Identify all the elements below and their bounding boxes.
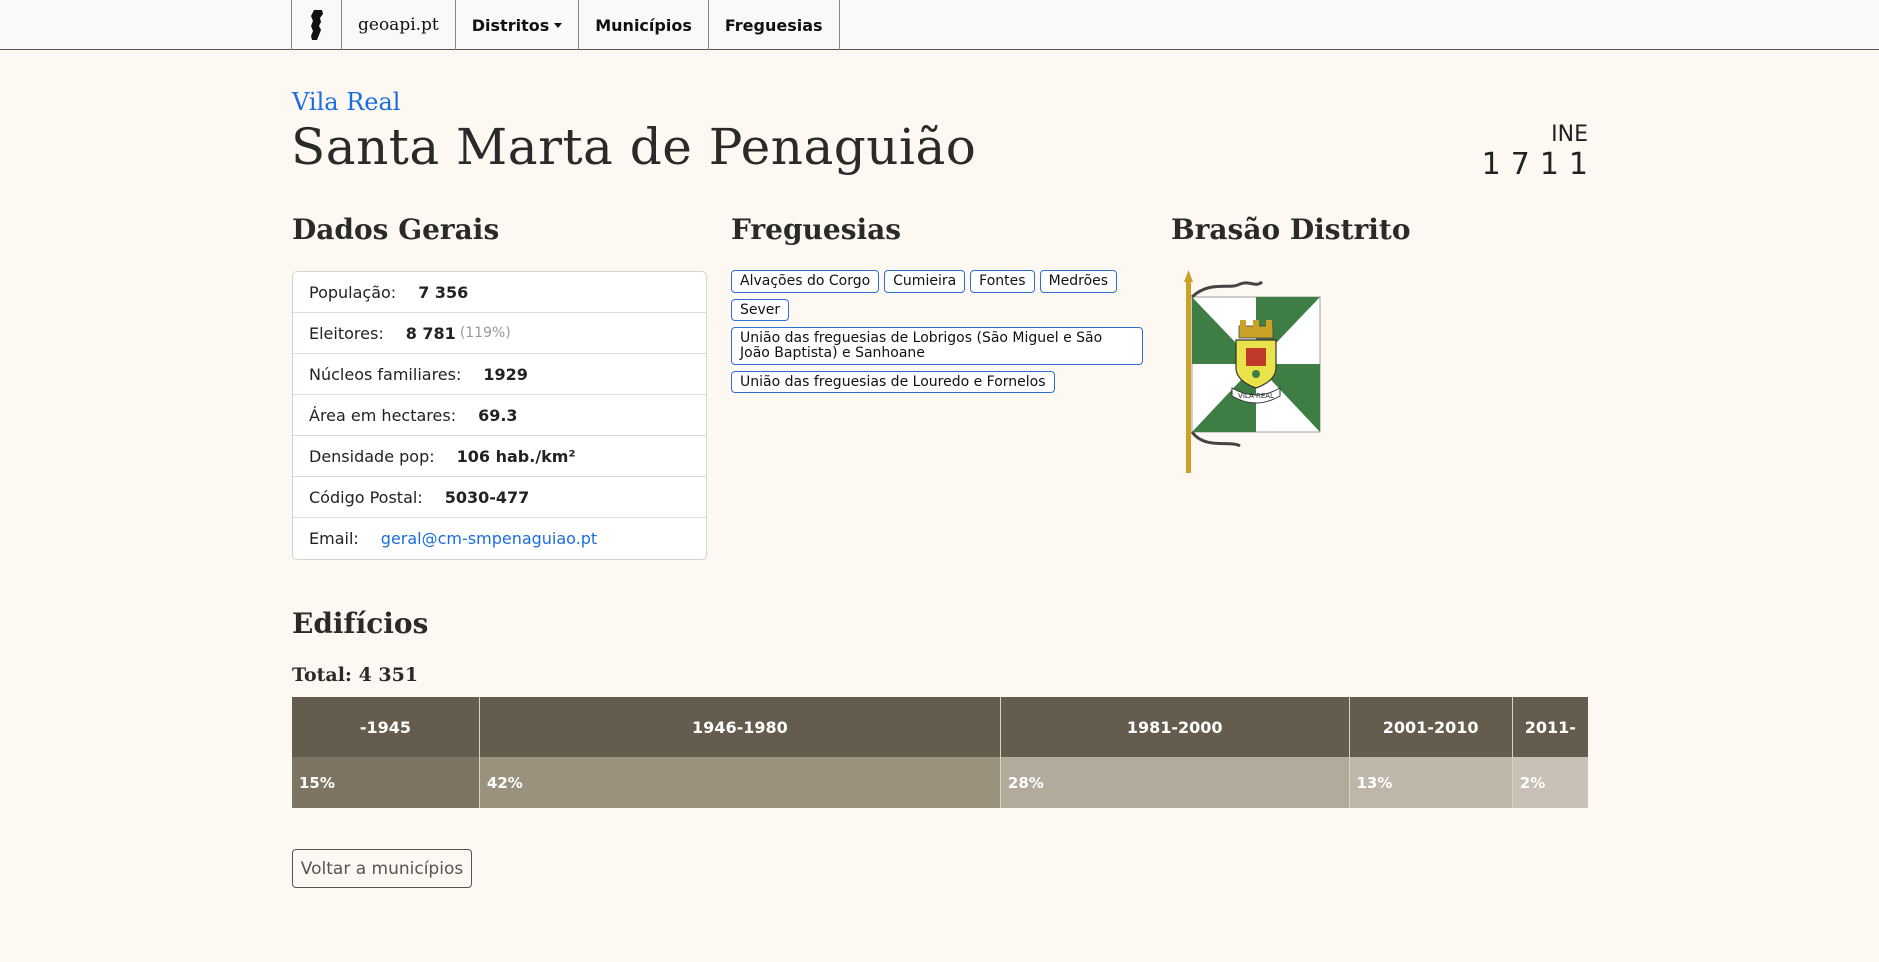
parishes-title: Freguesias xyxy=(731,213,902,246)
parish-tag[interactable]: União das freguesias de Louredo e Fornel… xyxy=(731,370,1055,394)
building-period-header: -1945 xyxy=(292,697,479,757)
parish-tag[interactable]: Fontes xyxy=(970,270,1035,293)
population-value: 7 356 xyxy=(418,282,469,302)
buildings-title: Edifícios xyxy=(292,607,429,640)
voters-row: Eleitores: 8 781 (119%) xyxy=(293,313,706,354)
parishes-link[interactable]: Freguesias xyxy=(707,0,840,50)
buildings-age-table: -1945 15% 1946-1980 42% 1981-2000 28% 2001-201… xyxy=(292,697,1588,808)
parish-tag[interactable]: Alvações do Corgo xyxy=(731,270,880,293)
building-period-percentage: 42% xyxy=(479,757,1000,808)
coat-of-arms-title: Brasão Distrito xyxy=(1171,213,1411,246)
households-row: Núcleos familiares: 1929 xyxy=(293,354,706,395)
voters-value: 8 781 xyxy=(405,323,456,343)
voters-label: Eleitores: xyxy=(309,323,384,343)
building-period-percentage: 13% xyxy=(1349,757,1512,808)
building-period-header: 1981-2000 xyxy=(1000,697,1349,757)
district-link[interactable]: Vila Real xyxy=(292,88,400,116)
coat-of-arms-image: VILA REAL xyxy=(1184,270,1321,473)
brand-link[interactable]: geoapi.pt xyxy=(341,0,455,50)
parishes-list: Alvações do Corgo Cumieira Fontes Medrõe… xyxy=(731,270,1145,394)
area-label: Área em hectares: xyxy=(309,405,457,425)
building-period-percentage: 2% xyxy=(1512,757,1588,808)
voters-percentage: (119%) xyxy=(459,325,511,341)
email-label: Email: xyxy=(309,529,359,548)
households-label: Núcleos familiares: xyxy=(309,364,462,384)
households-value: 1929 xyxy=(483,364,528,384)
building-period-column: -1945 15% xyxy=(292,697,480,808)
building-period-column: 1981-2000 28% xyxy=(1000,697,1350,808)
portugal-map-icon xyxy=(310,10,323,40)
population-row: População: 7 356 xyxy=(293,272,706,313)
building-period-column: 2011- 2% xyxy=(1512,697,1588,808)
postal-code-value: 5030-477 xyxy=(444,487,530,507)
districts-label: Distritos xyxy=(471,15,550,35)
general-data-title: Dados Gerais xyxy=(292,213,500,246)
ine-box: INE 1711 xyxy=(1482,122,1588,182)
area-value: 69.3 xyxy=(478,405,518,425)
building-period-header: 2011- xyxy=(1512,697,1588,757)
parish-tag[interactable]: Cumieira xyxy=(884,270,966,293)
building-period-percentage: 28% xyxy=(1000,757,1349,808)
building-period-percentage: 15% xyxy=(292,757,479,808)
email-row: Email: geral@cm-smpenaguiao.pt xyxy=(293,518,706,559)
general-data-list: População: 7 356 Eleitores: 8 781 (119%)… xyxy=(292,271,707,560)
navbar: geoapi.pt Distritos Municípios Freguesia… xyxy=(0,0,1879,50)
density-label: Densidade pop: xyxy=(309,446,435,466)
area-row: Área em hectares: 69.3 xyxy=(293,395,706,436)
building-period-column: 1946-1980 42% xyxy=(479,697,1001,808)
ine-label: INE xyxy=(1551,122,1588,147)
postal-code-label: Código Postal: xyxy=(309,487,423,507)
caret-down-icon xyxy=(554,22,563,28)
portugal-logo-icon[interactable] xyxy=(291,0,341,50)
parish-tag[interactable]: Sever xyxy=(731,298,790,322)
email-link[interactable]: geral@cm-smpenaguiao.pt xyxy=(381,529,597,548)
parish-tag[interactable]: União das freguesias de Lobrigos (São Mi… xyxy=(731,327,1143,365)
postal-code-row: Código Postal: 5030-477 xyxy=(293,477,706,518)
density-row: Densidade pop: 106 hab./km² xyxy=(293,436,706,477)
ine-code: 1711 xyxy=(1481,147,1598,182)
population-label: População: xyxy=(309,282,397,302)
coat-scroll-text: VILA REAL xyxy=(1238,392,1274,400)
parish-tag[interactable]: Medrões xyxy=(1039,270,1118,293)
building-period-column: 2001-2010 13% xyxy=(1349,697,1513,808)
building-period-header: 2001-2010 xyxy=(1349,697,1512,757)
back-to-municipalities-button[interactable]: Voltar a municípios xyxy=(292,849,472,888)
page-title: Santa Marta de Penaguião xyxy=(291,118,977,176)
nav-items: geoapi.pt Distritos Municípios Freguesia… xyxy=(291,0,840,50)
municipalities-link[interactable]: Municípios xyxy=(578,0,708,50)
districts-dropdown[interactable]: Distritos xyxy=(454,0,578,50)
building-period-header: 1946-1980 xyxy=(479,697,1000,757)
buildings-total: Total: 4 351 xyxy=(292,664,419,686)
district-flag: VILA REAL xyxy=(1170,270,1325,473)
density-value: 106 hab./km² xyxy=(456,446,576,466)
